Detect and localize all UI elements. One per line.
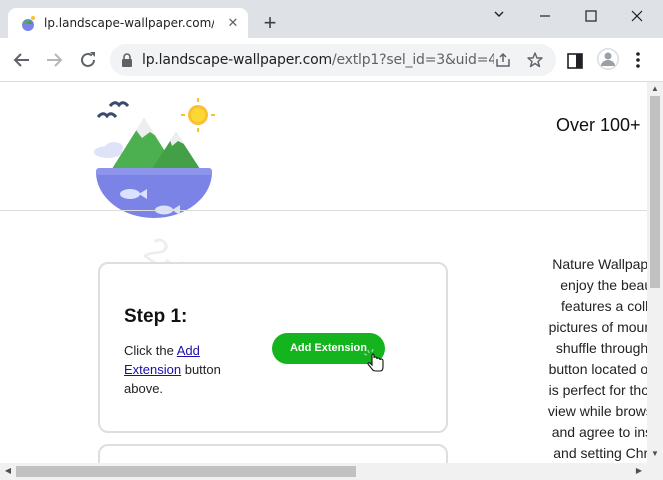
step-1-card: Step 1: Click the Add Extension button a… [98, 262, 448, 433]
horizontal-scrollbar[interactable]: ◀ ▶ [0, 463, 663, 480]
scroll-down-arrow-icon[interactable]: ▼ [648, 449, 662, 459]
new-tab-plus-icon[interactable]: + [258, 12, 282, 36]
description-line: button located on [548, 361, 647, 377]
scroll-left-arrow-icon[interactable]: ◀ [1, 466, 15, 476]
header-divider [0, 210, 647, 211]
back-arrow-icon[interactable] [10, 48, 34, 72]
hand-pointer-cursor-icon [364, 348, 384, 372]
profile-avatar-icon[interactable] [597, 48, 619, 70]
browser-window: lp.landscape-wallpaper.com/extlp ✕ + [0, 0, 663, 480]
description-line: Nature Wallpape [552, 256, 647, 272]
url-path: /extlp1?sel_id=3&uid=49... [331, 52, 494, 68]
landscape-logo-icon [94, 98, 215, 218]
header-tagline: Over 100+ [556, 115, 641, 135]
step-1-description: Click the Add Extension button above. [124, 341, 244, 398]
share-icon[interactable] [494, 51, 512, 69]
tab-title: lp.landscape-wallpaper.com/extlp [44, 16, 214, 30]
description-line: and agree to inst [551, 424, 647, 440]
browser-tab[interactable]: lp.landscape-wallpaper.com/extlp ✕ [8, 8, 248, 38]
address-bar[interactable]: lp.landscape-wallpaper.com/extlp1?sel_id… [110, 44, 556, 76]
step-2-card [98, 444, 448, 463]
side-panel-icon[interactable] [565, 51, 585, 71]
vertical-scrollbar[interactable]: ▲ ▼ [647, 82, 663, 463]
page-viewport: Over 100+ 2-spyware.com Step 1: Click th… [0, 82, 647, 463]
tab-close-icon[interactable]: ✕ [224, 14, 242, 32]
minimize-icon[interactable] [522, 4, 568, 28]
tab-strip: lp.landscape-wallpaper.com/extlp ✕ + [0, 0, 663, 38]
url-text[interactable]: lp.landscape-wallpaper.com/extlp1?sel_id… [142, 52, 494, 68]
description-line: shuffle through t [555, 340, 647, 356]
description-text: Nature Wallpape enjoy the beaut features… [502, 254, 647, 463]
description-line: view while browsi [547, 403, 647, 419]
scroll-right-arrow-icon[interactable]: ▶ [632, 466, 646, 476]
description-line: features a colle [561, 298, 647, 314]
lock-icon[interactable] [120, 52, 134, 68]
description-line: pictures of mount [548, 319, 647, 335]
vertical-scroll-thumb[interactable] [650, 96, 660, 288]
reload-icon[interactable] [76, 48, 100, 72]
step-1-title: Step 1: [124, 306, 188, 327]
url-host: lp.landscape-wallpaper.com [142, 52, 332, 68]
horizontal-scroll-thumb[interactable] [16, 466, 356, 477]
person-icon [597, 48, 619, 70]
window-close-icon[interactable] [614, 4, 660, 28]
description-line: and setting Chro [553, 445, 647, 461]
forward-arrow-icon[interactable] [42, 48, 66, 72]
scroll-up-arrow-icon[interactable]: ▲ [648, 84, 662, 94]
bookmark-star-icon[interactable] [526, 51, 544, 69]
kebab-menu-icon[interactable] [632, 49, 644, 71]
site-favicon-icon [22, 16, 35, 31]
maximize-icon[interactable] [568, 4, 614, 28]
tab-search-chevron-icon[interactable] [476, 4, 522, 28]
description-line: enjoy the beaut [560, 277, 647, 293]
description-line: is perfect for thos [548, 382, 647, 398]
step-1-desc-prefix: Click the [124, 343, 174, 358]
browser-toolbar: lp.landscape-wallpaper.com/extlp1?sel_id… [0, 38, 663, 82]
